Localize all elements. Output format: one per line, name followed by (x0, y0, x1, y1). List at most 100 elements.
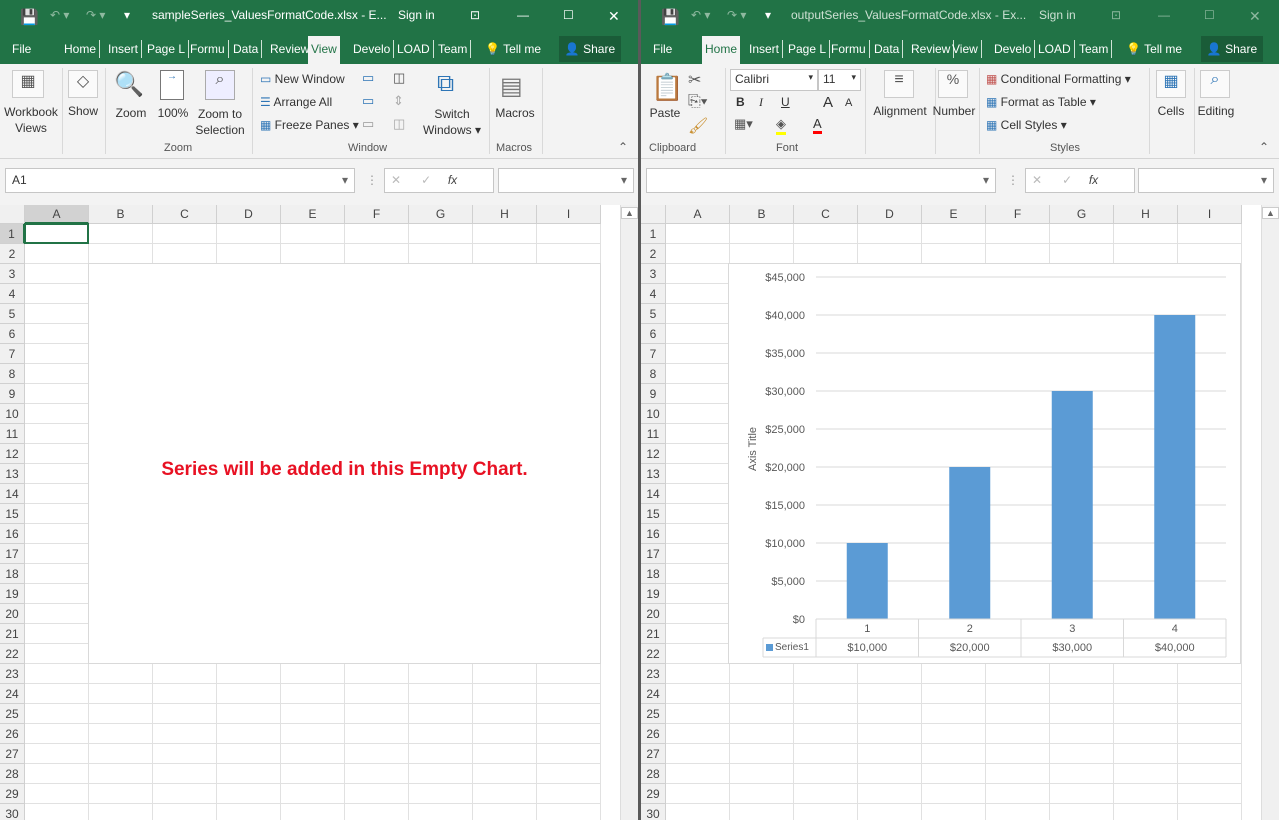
cell-H30[interactable] (473, 804, 537, 820)
cell-H1[interactable] (1114, 224, 1178, 244)
cell-C28[interactable] (153, 764, 217, 784)
row-header-25[interactable]: 25 (0, 704, 25, 724)
cell-D30[interactable] (858, 804, 922, 820)
cell-A16[interactable] (25, 524, 89, 544)
tab-load[interactable]: LOAD (394, 40, 434, 58)
bold-button[interactable]: B (736, 95, 745, 109)
cell-A19[interactable] (666, 584, 730, 604)
row-header-22[interactable]: 22 (641, 644, 666, 664)
tab-review[interactable]: Review (908, 40, 955, 58)
row-header-15[interactable]: 15 (641, 504, 666, 524)
row-header-29[interactable]: 29 (641, 784, 666, 804)
cell-H26[interactable] (1114, 724, 1178, 744)
cell-D26[interactable] (217, 724, 281, 744)
tab-view[interactable]: View (949, 40, 982, 58)
cell-D24[interactable] (858, 684, 922, 704)
cell-A25[interactable] (25, 704, 89, 724)
copy-icon[interactable]: ⎘▾ (688, 93, 708, 111)
row-header-19[interactable]: 19 (641, 584, 666, 604)
cell-F2[interactable] (345, 244, 409, 264)
tab-develo[interactable]: Develo (350, 40, 395, 58)
bar-chart[interactable]: $0 $5,000 $10,000 $15,000 $20,000 $25,000 $30,… (728, 263, 1241, 664)
tab-team[interactable]: Team (1076, 40, 1113, 58)
column-header-H[interactable]: H (1114, 205, 1178, 224)
cell-A2[interactable] (25, 244, 89, 264)
macros-button[interactable]: Macros (492, 106, 538, 120)
cell-C25[interactable] (153, 704, 217, 724)
alignment-button[interactable]: Alignment (867, 104, 933, 118)
cell-I25[interactable] (1178, 704, 1242, 724)
cell-A7[interactable] (25, 344, 89, 364)
enter-icon[interactable]: ✓ (421, 173, 431, 187)
cell-A24[interactable] (25, 684, 89, 704)
italic-button[interactable]: I (759, 95, 763, 110)
cell-C26[interactable] (153, 724, 217, 744)
cell-E28[interactable] (922, 764, 986, 784)
column-header-F[interactable]: F (986, 205, 1050, 224)
row-header-24[interactable]: 24 (0, 684, 25, 704)
column-header-I[interactable]: I (1178, 205, 1242, 224)
cell-A14[interactable] (666, 484, 730, 504)
cell-B25[interactable] (89, 704, 153, 724)
cell-B27[interactable] (89, 744, 153, 764)
cell-D29[interactable] (217, 784, 281, 804)
maximize-button[interactable]: ☐ (563, 8, 574, 22)
cell-A21[interactable] (666, 624, 730, 644)
column-header-E[interactable]: E (922, 205, 986, 224)
row-header-9[interactable]: 9 (0, 384, 25, 404)
tab-file[interactable]: File (650, 40, 675, 58)
cell-I30[interactable] (1178, 804, 1242, 820)
cell-E29[interactable] (922, 784, 986, 804)
cell-I2[interactable] (1178, 244, 1242, 264)
cell-A27[interactable] (666, 744, 730, 764)
cell-F2[interactable] (986, 244, 1050, 264)
cell-D1[interactable] (217, 224, 281, 244)
freeze-panes-button[interactable]: ▦ Freeze Panes ▾ (260, 118, 359, 132)
cell-E28[interactable] (281, 764, 345, 784)
cell-A22[interactable] (666, 644, 730, 664)
cell-F26[interactable] (986, 724, 1050, 744)
cell-G29[interactable] (1050, 784, 1114, 804)
column-header-C[interactable]: C (153, 205, 217, 224)
column-header-B[interactable]: B (730, 205, 794, 224)
cell-F25[interactable] (345, 704, 409, 724)
cell-A16[interactable] (666, 524, 730, 544)
cell-B1[interactable] (730, 224, 794, 244)
cell-A13[interactable] (25, 464, 89, 484)
cell-A10[interactable] (25, 404, 89, 424)
cell-F28[interactable] (986, 764, 1050, 784)
cell-D30[interactable] (217, 804, 281, 820)
cell-F24[interactable] (986, 684, 1050, 704)
cell-H25[interactable] (473, 704, 537, 724)
tab-develo[interactable]: Develo (991, 40, 1036, 58)
cell-E26[interactable] (922, 724, 986, 744)
cell-D28[interactable] (858, 764, 922, 784)
maximize-button[interactable]: ☐ (1204, 8, 1215, 22)
switch-windows-button[interactable]: Switch Windows ▾ (420, 106, 484, 138)
name-box[interactable]: A1 ▾ (5, 168, 355, 193)
cell-A11[interactable] (666, 424, 730, 444)
column-header-D[interactable]: D (858, 205, 922, 224)
row-header-5[interactable]: 5 (0, 304, 25, 324)
cell-A17[interactable] (25, 544, 89, 564)
column-header-G[interactable]: G (1050, 205, 1114, 224)
tab-page-l[interactable]: Page L (144, 40, 190, 58)
redo-icon[interactable]: ↷ ▾ (86, 8, 105, 22)
cell-G24[interactable] (1050, 684, 1114, 704)
row-header-1[interactable]: 1 (641, 224, 666, 244)
row-header-26[interactable]: 26 (641, 724, 666, 744)
row-header-14[interactable]: 14 (0, 484, 25, 504)
ribbon-display-icon[interactable]: ⊡ (1111, 8, 1121, 22)
cell-G2[interactable] (1050, 244, 1114, 264)
row-header-10[interactable]: 10 (641, 404, 666, 424)
cell-G29[interactable] (409, 784, 473, 804)
cell-I1[interactable] (537, 224, 601, 244)
cell-G30[interactable] (409, 804, 473, 820)
cell-A9[interactable] (25, 384, 89, 404)
selected-cell-a1[interactable] (24, 223, 89, 244)
cell-A18[interactable] (666, 564, 730, 584)
row-header-12[interactable]: 12 (0, 444, 25, 464)
view-side-by-side-icon[interactable]: ◫ (393, 70, 405, 86)
cell-A4[interactable] (25, 284, 89, 304)
row-header-13[interactable]: 13 (0, 464, 25, 484)
